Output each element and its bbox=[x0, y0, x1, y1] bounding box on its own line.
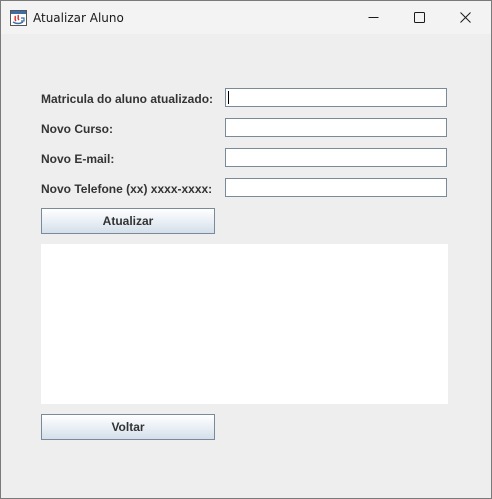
minimize-icon bbox=[368, 12, 379, 23]
title-bar[interactable]: Atualizar Aluno bbox=[1, 1, 491, 34]
matricula-input[interactable] bbox=[225, 88, 447, 107]
voltar-button[interactable]: Voltar bbox=[41, 414, 215, 440]
curso-label: Novo Curso: bbox=[41, 122, 113, 136]
atualizar-button[interactable]: Atualizar bbox=[41, 208, 215, 234]
close-icon bbox=[459, 12, 471, 23]
java-app-icon bbox=[10, 10, 27, 26]
app-window: Atualizar Aluno Matricula do aluno atual… bbox=[0, 0, 492, 499]
email-label: Novo E-mail: bbox=[41, 152, 115, 166]
telefone-input[interactable] bbox=[225, 178, 447, 197]
text-caret bbox=[228, 91, 229, 104]
email-input[interactable] bbox=[225, 148, 447, 167]
minimize-button[interactable] bbox=[350, 1, 396, 34]
window-title: Atualizar Aluno bbox=[33, 11, 124, 25]
maximize-button[interactable] bbox=[396, 1, 442, 34]
curso-input[interactable] bbox=[225, 118, 447, 137]
telefone-label: Novo Telefone (xx) xxxx-xxxx: bbox=[41, 182, 213, 196]
form-panel: Matricula do aluno atualizado: Novo Curs… bbox=[1, 34, 491, 498]
matricula-label: Matricula do aluno atualizado: bbox=[41, 92, 214, 106]
output-text-area[interactable] bbox=[41, 244, 448, 404]
maximize-icon bbox=[413, 12, 425, 23]
close-button[interactable] bbox=[442, 1, 488, 34]
